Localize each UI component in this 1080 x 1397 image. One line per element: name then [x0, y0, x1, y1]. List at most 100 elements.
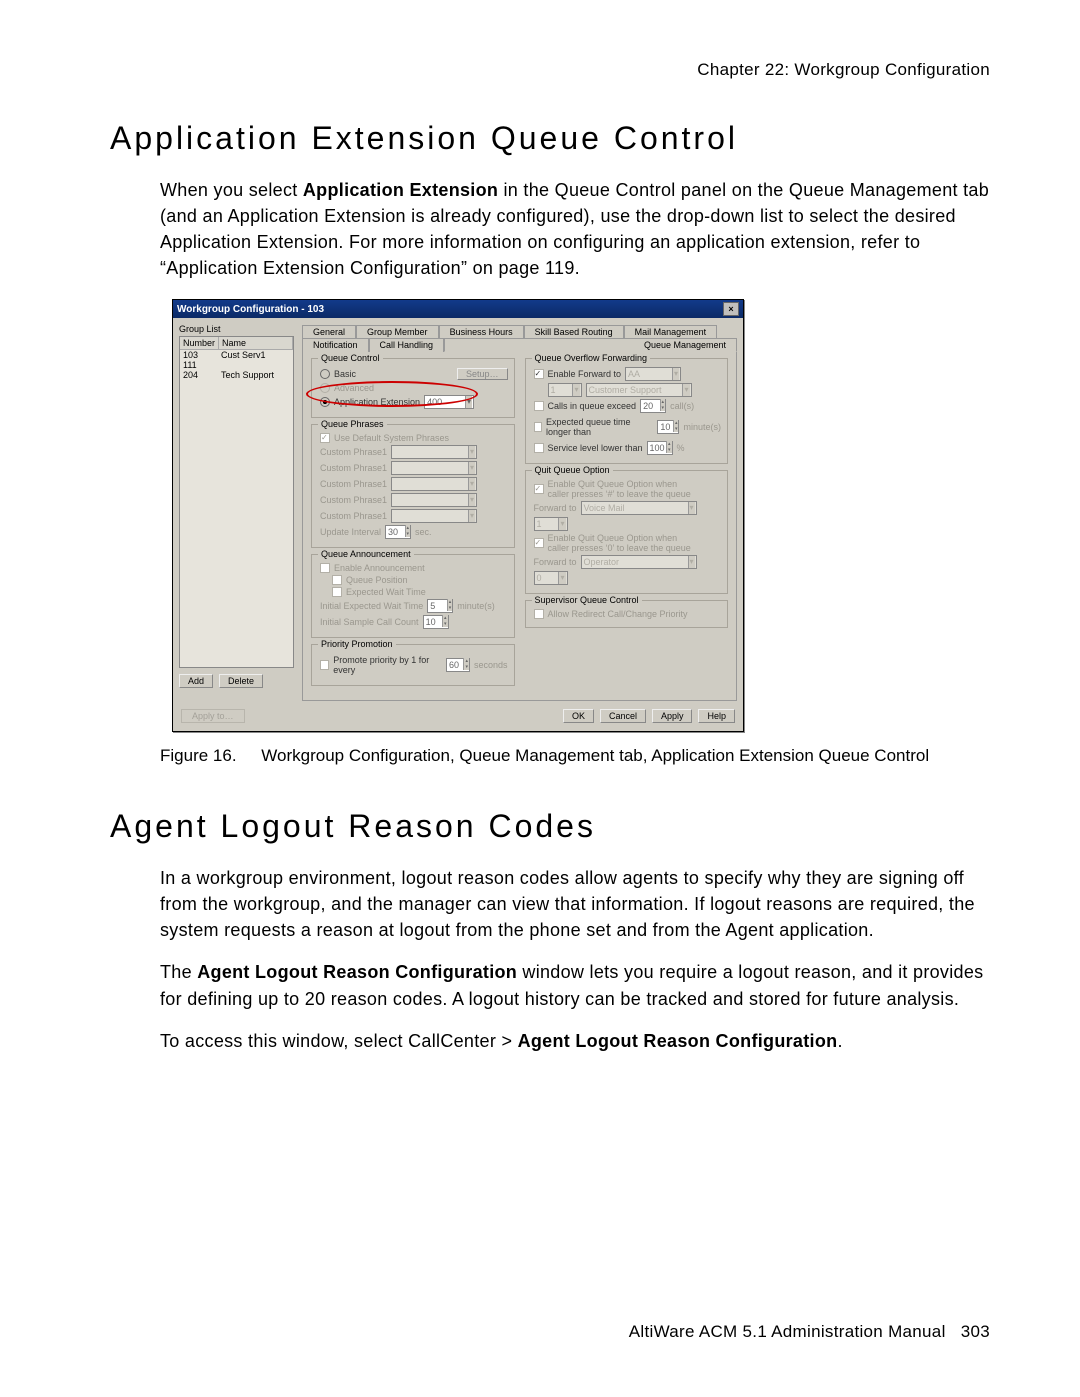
phrase-dropdown[interactable] [391, 509, 477, 523]
label: Use Default System Phrases [334, 433, 449, 443]
cell: Tech Support [218, 370, 293, 380]
paragraph: To access this window, select CallCenter… [160, 1028, 990, 1054]
chk-allow-redirect[interactable]: Allow Redirect Call/Change Priority [534, 609, 722, 619]
supervisor-qc-title: Supervisor Queue Control [532, 595, 642, 605]
caption-text: Workgroup Configuration, Queue Managemen… [261, 744, 929, 768]
quit-queue-title: Quit Queue Option [532, 465, 613, 475]
label: Custom Phrase1 [320, 495, 387, 505]
phrase-dropdown[interactable] [391, 461, 477, 475]
heading-appext-queue-control: Application Extension Queue Control [110, 120, 990, 157]
chk-priority-promo[interactable]: Promote priority by 1 for every [320, 655, 442, 675]
text: When you select [160, 180, 303, 200]
phrase-dropdown[interactable] [391, 477, 477, 491]
tab-business-hours[interactable]: Business Hours [439, 325, 524, 338]
label: Enable Forward to [548, 369, 622, 379]
fwd-name-dropdown[interactable]: Customer Support [586, 383, 692, 397]
chk-service-level[interactable]: Service level lower than [534, 443, 643, 453]
tab-group-member[interactable]: Group Member [356, 325, 439, 338]
slvl-stepper[interactable]: 100 [647, 441, 673, 455]
overflow-title: Queue Overflow Forwarding [532, 353, 651, 363]
quit-num1-dropdown[interactable]: 1 [534, 517, 568, 531]
ok-button[interactable]: OK [563, 709, 594, 723]
chk-enable-announce[interactable]: Enable Announcement [320, 563, 508, 573]
apply-button[interactable]: Apply [652, 709, 693, 723]
quit-fwd2-dropdown[interactable]: Operator [581, 555, 697, 569]
chk-enable-forward[interactable]: Enable Forward to [534, 369, 622, 379]
tab-notification[interactable]: Notification [302, 338, 369, 352]
fwd-num-dropdown[interactable]: 1 [548, 383, 582, 397]
col-number: Number [180, 337, 219, 349]
phrase-dropdown[interactable] [391, 493, 477, 507]
promo-stepper[interactable]: 60 [446, 658, 470, 672]
priority-promo-title: Priority Promotion [318, 639, 396, 649]
apply-to-button[interactable]: Apply to… [181, 709, 245, 723]
cell: 204 [180, 370, 218, 380]
interval-stepper[interactable]: 30 [385, 525, 411, 539]
tab-call-handling[interactable]: Call Handling [369, 338, 445, 352]
label: minute(s) [683, 422, 721, 432]
radio-advanced[interactable]: Advanced [320, 383, 508, 393]
label: Calls in queue exceed [548, 401, 637, 411]
tab-general[interactable]: General [302, 325, 356, 338]
label: Expected Wait Time [346, 587, 426, 597]
help-button[interactable]: Help [698, 709, 735, 723]
iewt-stepper[interactable]: 5 [427, 599, 453, 613]
chk-ewt-longer[interactable]: Expected queue time longer than [534, 417, 654, 437]
chk-quit-hash[interactable]: Enable Quit Queue Option when caller pre… [534, 479, 722, 499]
calls-exceed-stepper[interactable]: 20 [640, 399, 666, 413]
label: Enable Announcement [334, 563, 425, 573]
quit-fwd1-dropdown[interactable]: Voice Mail [581, 501, 697, 515]
iscc-stepper[interactable]: 10 [423, 615, 449, 629]
quit-num2-dropdown[interactable]: 0 [534, 571, 568, 585]
col-name: Name [219, 337, 293, 349]
ewt-stepper[interactable]: 10 [657, 420, 679, 434]
label: Queue Position [346, 575, 408, 585]
phrase-dropdown[interactable] [391, 445, 477, 459]
chapter-header: Chapter 22: Workgroup Configuration [110, 60, 990, 80]
label: Enable Quit Queue Option when caller pre… [548, 479, 698, 499]
radio-app-extension[interactable]: Application Extension [320, 397, 420, 407]
tab-queue-management[interactable]: Queue Management [444, 338, 737, 352]
chk-default-phrases[interactable]: Use Default System Phrases [320, 433, 508, 443]
label: call(s) [670, 401, 694, 411]
add-button[interactable]: Add [179, 674, 213, 688]
label: Application Extension [334, 397, 420, 407]
list-item[interactable]: 103Cust Serv1 [180, 350, 293, 360]
cell: Cust Serv1 [218, 350, 293, 360]
radio-basic[interactable]: Basic [320, 369, 356, 379]
chk-queue-position[interactable]: Queue Position [332, 575, 508, 585]
text: The [160, 962, 197, 982]
heading-agent-logout: Agent Logout Reason Codes [110, 808, 990, 845]
label: Custom Phrase1 [320, 511, 387, 521]
chk-expected-wait[interactable]: Expected Wait Time [332, 587, 508, 597]
chk-calls-exceed[interactable]: Calls in queue exceed [534, 401, 637, 411]
chk-quit-zero[interactable]: Enable Quit Queue Option when caller pre… [534, 533, 722, 553]
cell: 103 [180, 350, 218, 360]
delete-button[interactable]: Delete [219, 674, 263, 688]
queue-announce-title: Queue Announcement [318, 549, 414, 559]
label: Promote priority by 1 for every [333, 655, 442, 675]
queue-control-title: Queue Control [318, 353, 383, 363]
list-item[interactable]: 111 [180, 360, 293, 370]
label: Service level lower than [548, 443, 643, 453]
paragraph-intro: When you select Application Extension in… [160, 177, 990, 281]
tab-skill-routing[interactable]: Skill Based Routing [524, 325, 624, 338]
label: Initial Expected Wait Time [320, 601, 423, 611]
label: Custom Phrase1 [320, 479, 387, 489]
list-item[interactable]: 204Tech Support [180, 370, 293, 380]
label: seconds [474, 660, 508, 670]
fwd-type-dropdown[interactable]: AA [625, 367, 681, 381]
queue-phrases-title: Queue Phrases [318, 419, 387, 429]
label: Forward to [534, 503, 577, 513]
app-ext-dropdown[interactable]: 400 [424, 395, 474, 409]
label: Forward to [534, 557, 577, 567]
tab-mail-mgmt[interactable]: Mail Management [624, 325, 718, 338]
label: Expected queue time longer than [546, 417, 653, 437]
group-list[interactable]: Number Name 103Cust Serv1 111 204Tech Su… [179, 336, 294, 668]
text-bold: Application Extension [303, 180, 498, 200]
close-icon[interactable]: × [723, 302, 739, 316]
cancel-button[interactable]: Cancel [600, 709, 646, 723]
page-footer: AltiWare ACM 5.1 Administration Manual 3… [629, 1322, 990, 1342]
label: sec. [415, 527, 432, 537]
setup-button[interactable]: Setup… [457, 368, 508, 380]
